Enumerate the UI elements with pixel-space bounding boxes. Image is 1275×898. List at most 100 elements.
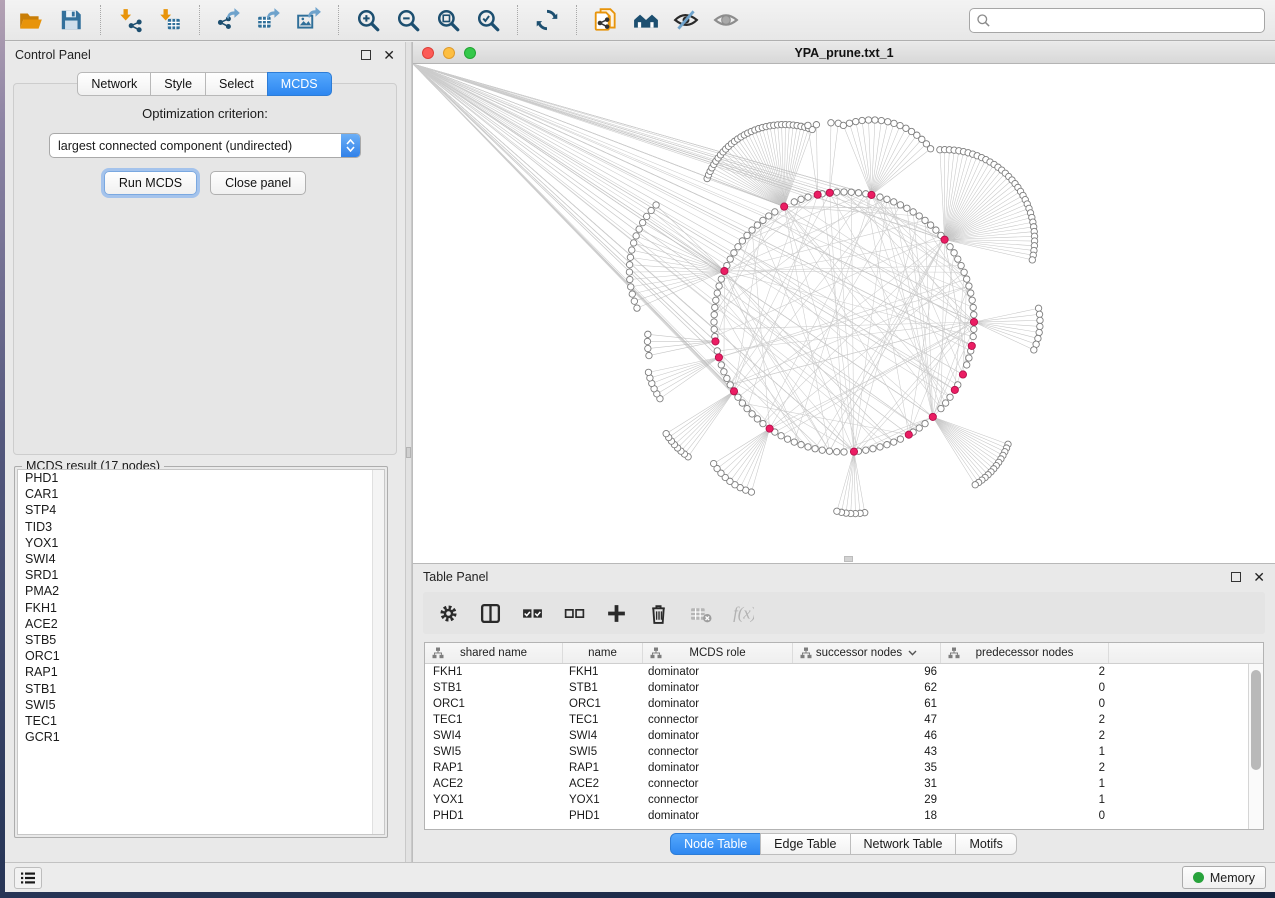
graph-node[interactable] [966, 283, 972, 289]
graph-node[interactable] [865, 117, 871, 123]
graph-node[interactable] [629, 247, 635, 253]
tab-edge-table[interactable]: Edge Table [760, 833, 850, 855]
clear-selection-checkbox-button[interactable] [557, 597, 591, 629]
table-row[interactable]: PHD1PHD1dominator180 [425, 808, 1248, 824]
mcds-result-node[interactable]: PMA2 [18, 583, 384, 599]
network-canvas[interactable] [413, 64, 1275, 563]
graph-node[interactable] [1035, 305, 1041, 311]
graph-node[interactable] [711, 319, 717, 325]
mcds-result-list[interactable]: PHD1CAR1STP4TID3YOX1SWI4SRD1PMA2FKH1ACE2… [17, 469, 385, 835]
graph-node[interactable] [927, 146, 933, 152]
graph-node[interactable] [744, 405, 750, 411]
graph-node[interactable] [754, 416, 760, 422]
graph-mcds-hub-node[interactable] [781, 203, 788, 210]
graph-node[interactable] [724, 375, 730, 381]
graph-node[interactable] [853, 118, 859, 124]
search-field[interactable] [969, 8, 1265, 33]
export-table-button[interactable] [249, 4, 289, 36]
graph-mcds-hub-node[interactable] [968, 342, 975, 349]
graph-node[interactable] [942, 400, 948, 406]
graph-node[interactable] [834, 189, 840, 195]
graph-node[interactable] [964, 362, 970, 368]
close-table-panel-icon[interactable]: ✕ [1253, 572, 1265, 582]
column-header-MCDS-role[interactable]: MCDS role [643, 643, 793, 663]
graph-node[interactable] [784, 436, 790, 442]
hide-selected-button[interactable] [666, 4, 706, 36]
search-input[interactable] [996, 13, 1258, 27]
tab-style[interactable]: Style [150, 72, 206, 96]
graph-node[interactable] [933, 227, 939, 233]
graph-node[interactable] [1036, 329, 1042, 335]
graph-node[interactable] [1037, 323, 1043, 329]
graph-node[interactable] [718, 362, 724, 368]
mcds-result-node[interactable]: SWI5 [18, 697, 384, 713]
zoom-selected-button[interactable] [468, 4, 508, 36]
graph-node[interactable] [727, 256, 733, 262]
graph-node[interactable] [813, 122, 819, 128]
graph-node[interactable] [877, 194, 883, 200]
graph-node[interactable] [749, 411, 755, 417]
graph-node[interactable] [841, 449, 847, 455]
graph-node[interactable] [951, 250, 957, 256]
mcds-result-node[interactable]: TEC1 [18, 713, 384, 729]
graph-node[interactable] [947, 244, 953, 250]
graph-node[interactable] [627, 276, 633, 282]
table-scrollbar[interactable] [1248, 664, 1263, 829]
graph-node[interactable] [970, 333, 976, 339]
graph-node[interactable] [846, 120, 852, 126]
graph-node[interactable] [970, 304, 976, 310]
gear-button[interactable] [431, 597, 465, 629]
mcds-result-node[interactable]: STB5 [18, 632, 384, 648]
table-row[interactable]: STB1STB1dominator620 [425, 680, 1248, 696]
graph-node[interactable] [749, 227, 755, 233]
graph-node[interactable] [885, 119, 891, 125]
graph-node[interactable] [805, 122, 811, 128]
memory-button[interactable]: Memory [1182, 866, 1266, 889]
graph-node[interactable] [872, 117, 878, 123]
zoom-in-button[interactable] [348, 4, 388, 36]
maximize-window-icon[interactable] [464, 47, 476, 59]
tab-motifs[interactable]: Motifs [955, 833, 1016, 855]
float-table-panel-icon[interactable] [1231, 572, 1241, 582]
graph-node[interactable] [897, 436, 903, 442]
mcds-result-node[interactable]: ORC1 [18, 648, 384, 664]
graph-node[interactable] [798, 196, 804, 202]
graph-node[interactable] [627, 254, 633, 260]
table-row[interactable]: TEC1TEC1connector472 [425, 712, 1248, 728]
graph-node[interactable] [834, 449, 840, 455]
tab-mcds[interactable]: MCDS [267, 72, 332, 96]
graph-node[interactable] [772, 209, 778, 215]
graph-node[interactable] [798, 442, 804, 448]
graph-node[interactable] [644, 338, 650, 344]
graph-node[interactable] [711, 326, 717, 332]
close-panel-button[interactable]: Close panel [210, 171, 306, 195]
splitter-handle-icon[interactable] [406, 447, 411, 458]
graph-node[interactable] [663, 430, 669, 436]
mcds-result-node[interactable]: YOX1 [18, 535, 384, 551]
graph-node[interactable] [735, 394, 741, 400]
graph-node[interactable] [966, 355, 972, 361]
graph-mcds-hub-node[interactable] [970, 318, 977, 325]
result-list-scrollbar[interactable] [372, 470, 384, 834]
graph-node[interactable] [630, 240, 636, 246]
column-selector-button[interactable] [473, 597, 507, 629]
graph-node[interactable] [739, 238, 745, 244]
run-mcds-button[interactable]: Run MCDS [104, 171, 197, 195]
mcds-result-node[interactable]: SWI4 [18, 551, 384, 567]
graph-node[interactable] [760, 217, 766, 223]
mcds-result-node[interactable]: RAP1 [18, 664, 384, 680]
table-row[interactable]: SWI5SWI5connector431 [425, 744, 1248, 760]
graph-node[interactable] [754, 222, 760, 228]
graph-mcds-hub-node[interactable] [712, 338, 719, 345]
graph-node[interactable] [727, 382, 733, 388]
graph-mcds-hub-node[interactable] [951, 386, 958, 393]
graph-node[interactable] [955, 256, 961, 262]
zoom-out-button[interactable] [388, 4, 428, 36]
graph-node[interactable] [645, 369, 651, 375]
table-row[interactable]: ACE2ACE2connector311 [425, 776, 1248, 792]
graph-node[interactable] [1031, 347, 1037, 353]
graph-node[interactable] [718, 276, 724, 282]
mcds-result-node[interactable]: GCR1 [18, 729, 384, 745]
graph-node[interactable] [778, 433, 784, 439]
vertical-splitter[interactable] [405, 42, 412, 862]
